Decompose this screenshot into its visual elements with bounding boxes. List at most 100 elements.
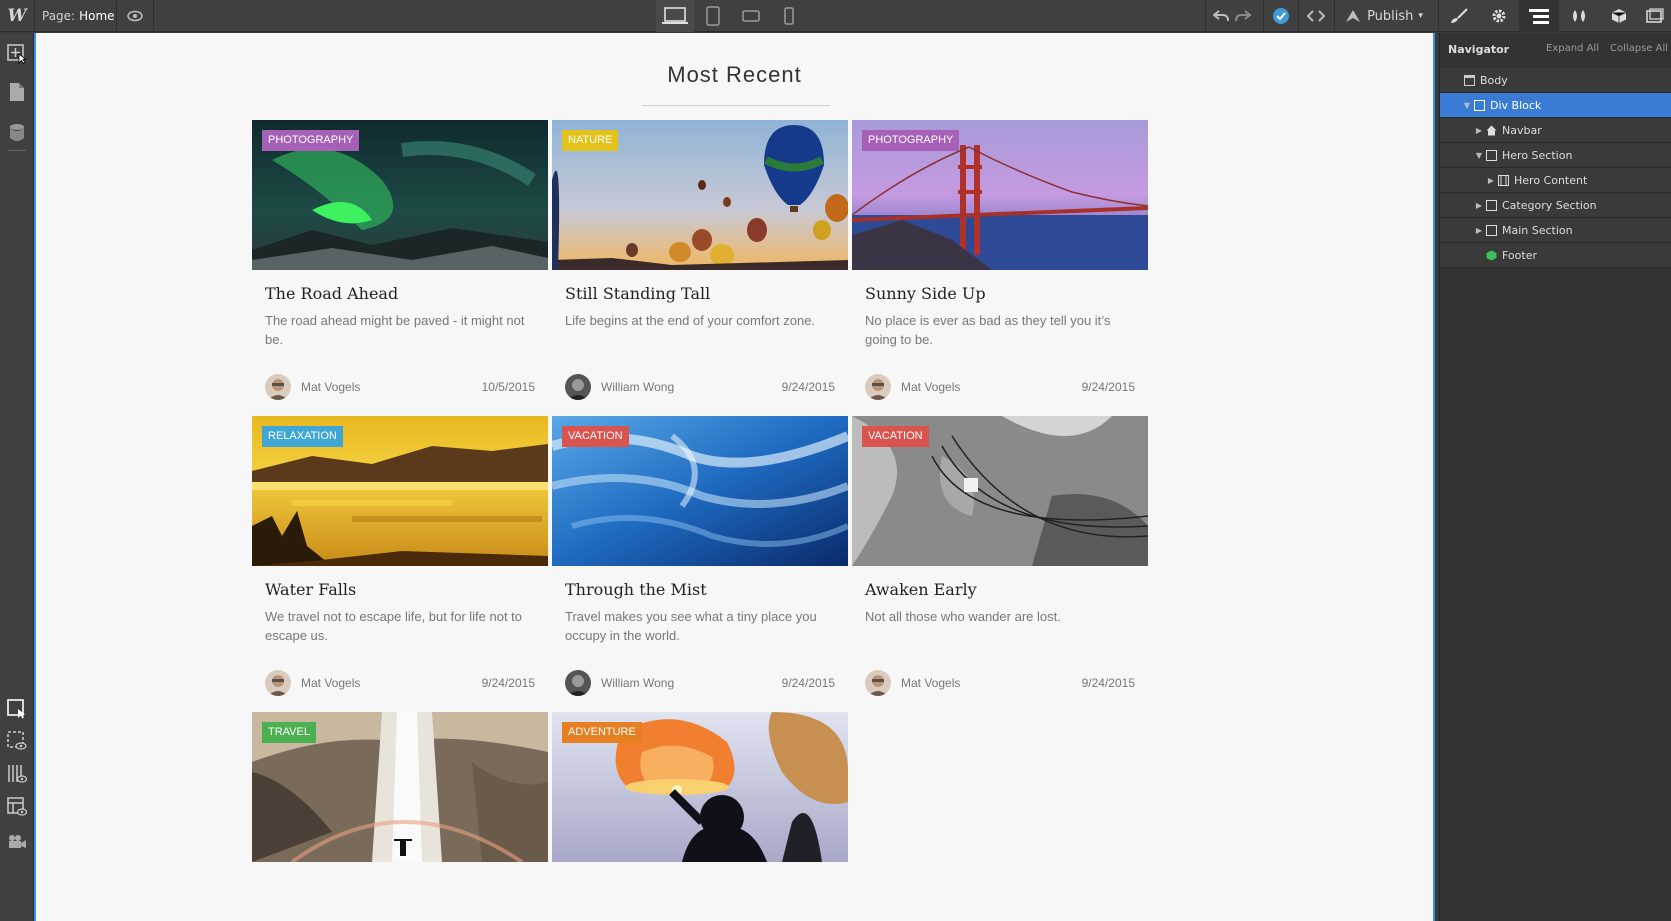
expand-all-button[interactable]: Expand All	[1546, 43, 1599, 54]
settings-gear-icon[interactable]	[1479, 0, 1519, 32]
swatches-drops-icon[interactable]	[1559, 0, 1599, 32]
assets-images-icon[interactable]	[1639, 0, 1671, 32]
publish-button[interactable]: Publish ▾	[1335, 0, 1433, 32]
webflow-logo[interactable]: W	[0, 0, 34, 32]
card-meta: Mat Vogels 10/5/2015	[265, 374, 535, 400]
card-title[interactable]: Water Falls	[265, 580, 535, 599]
tree-item-footer[interactable]: Footer	[1440, 243, 1671, 268]
card-title[interactable]: Still Standing Tall	[565, 284, 835, 303]
section-heading[interactable]: Most Recent	[36, 62, 1433, 88]
blog-card[interactable]: PHOTOGRAPHY The Road Ahead The road ahea…	[252, 120, 548, 400]
caret-right-icon[interactable]: ▶	[1474, 226, 1484, 235]
card-image[interactable]: RELAXATION	[252, 416, 548, 566]
card-description[interactable]: Life begins at the end of your comfort z…	[565, 311, 835, 349]
card-image[interactable]: VACATION	[552, 416, 848, 566]
cms-database-icon[interactable]	[0, 117, 34, 149]
card-description[interactable]: Not all those who wander are lost.	[865, 607, 1135, 645]
tree-item-navbar[interactable]: ▶ Navbar	[1440, 118, 1671, 143]
video-tutorials-icon[interactable]	[0, 825, 34, 857]
category-badge[interactable]: TRAVEL	[262, 722, 316, 743]
author-name[interactable]: William Wong	[601, 380, 674, 394]
page-prefix: Page:	[42, 9, 76, 23]
mobile-portrait-view-icon[interactable]	[770, 0, 808, 32]
card-description[interactable]: No place is ever as bad as they tell you…	[865, 311, 1135, 349]
box-icon	[1485, 224, 1497, 236]
category-badge[interactable]: RELAXATION	[262, 426, 343, 447]
style-brush-icon[interactable]	[1439, 0, 1479, 32]
page-icon	[1463, 74, 1475, 86]
author-avatar[interactable]	[565, 670, 591, 696]
pages-icon[interactable]	[0, 76, 34, 108]
category-badge[interactable]: PHOTOGRAPHY	[262, 130, 360, 151]
collapse-all-button[interactable]: Collapse All	[1610, 43, 1668, 54]
author-avatar[interactable]	[865, 374, 891, 400]
blog-card[interactable]: VACATION Awaken Early Not all those who …	[852, 416, 1148, 696]
redo-icon[interactable]	[1232, 0, 1254, 32]
caret-down-icon[interactable]: ▼	[1474, 151, 1484, 160]
author-avatar[interactable]	[565, 374, 591, 400]
add-element-icon[interactable]	[0, 37, 34, 69]
tree-item-category-section[interactable]: ▶ Category Section	[1440, 193, 1671, 218]
navigator-icon[interactable]	[1519, 0, 1559, 32]
card-image[interactable]: NATURE	[552, 120, 848, 270]
caret-right-icon[interactable]: ▶	[1486, 176, 1496, 185]
card-title[interactable]: The Road Ahead	[265, 284, 535, 303]
author-avatar[interactable]	[865, 670, 891, 696]
card-image[interactable]: PHOTOGRAPHY	[852, 120, 1148, 270]
layout-preview-icon[interactable]	[0, 791, 34, 823]
blog-card[interactable]: VACATION Through the Mist Travel makes y…	[552, 416, 848, 696]
category-badge[interactable]: PHOTOGRAPHY	[862, 130, 960, 151]
code-export-icon[interactable]	[1299, 0, 1333, 32]
mobile-landscape-view-icon[interactable]	[732, 0, 770, 32]
category-badge[interactable]: VACATION	[562, 426, 629, 447]
author-name[interactable]: Mat Vogels	[901, 380, 960, 394]
card-title[interactable]: Awaken Early	[865, 580, 1135, 599]
tablet-view-icon[interactable]	[694, 0, 732, 32]
tree-item-hero-section[interactable]: ▼ Hero Section	[1440, 143, 1671, 168]
blog-card[interactable]: TRAVEL	[252, 712, 548, 862]
card-image[interactable]: TRAVEL	[252, 712, 548, 862]
symbol-icon	[1485, 249, 1497, 261]
blog-card[interactable]: ADVENTURE	[552, 712, 848, 862]
card-title[interactable]: Sunny Side Up	[865, 284, 1135, 303]
caret-right-icon[interactable]: ▶	[1474, 201, 1484, 210]
tree-item-hero-content[interactable]: ▶ Hero Content	[1440, 168, 1671, 193]
symbols-cube-icon[interactable]	[1599, 0, 1639, 32]
preview-boxes-icon[interactable]	[0, 725, 34, 757]
category-badge[interactable]: VACATION	[862, 426, 929, 447]
category-badge[interactable]: ADVENTURE	[562, 722, 642, 743]
card-image[interactable]: ADVENTURE	[552, 712, 848, 862]
author-name[interactable]: William Wong	[601, 676, 674, 690]
publish-label: Publish	[1367, 8, 1414, 24]
author-name[interactable]: Mat Vogels	[301, 676, 360, 690]
box-icon	[1485, 149, 1497, 161]
blog-card[interactable]: RELAXATION Water Falls We travel not to …	[252, 416, 548, 696]
author-name[interactable]: Mat Vogels	[301, 380, 360, 394]
page-selector[interactable]: Page: Home	[42, 0, 115, 32]
card-title[interactable]: Through the Mist	[565, 580, 835, 599]
undo-icon[interactable]	[1210, 0, 1232, 32]
tree-item-body[interactable]: Body	[1440, 68, 1671, 93]
preview-eye-icon[interactable]	[118, 0, 152, 32]
card-image[interactable]: VACATION	[852, 416, 1148, 566]
blog-card[interactable]: PHOTOGRAPHY Sunny Side Up No place is ev…	[852, 120, 1148, 400]
heading-divider	[642, 105, 830, 106]
card-image[interactable]: PHOTOGRAPHY	[252, 120, 548, 270]
design-canvas[interactable]: Most Recent PHOTOGRAPHY The Road Ahead T…	[34, 33, 1435, 921]
author-name[interactable]: Mat Vogels	[901, 676, 960, 690]
author-avatar[interactable]	[265, 374, 291, 400]
card-description[interactable]: The road ahead might be paved - it might…	[265, 311, 535, 349]
saved-check-icon[interactable]	[1264, 0, 1298, 32]
select-element-icon[interactable]	[0, 693, 34, 725]
author-avatar[interactable]	[265, 670, 291, 696]
grid-overlay-icon[interactable]	[0, 758, 34, 790]
caret-down-icon[interactable]: ▼	[1462, 101, 1472, 110]
tree-item-div-block[interactable]: ▼ Div Block	[1440, 93, 1671, 118]
blog-card[interactable]: NATURE Still Standing Tall Life begins a…	[552, 120, 848, 400]
category-badge[interactable]: NATURE	[562, 130, 619, 151]
tree-item-main-section[interactable]: ▶ Main Section	[1440, 218, 1671, 243]
caret-right-icon[interactable]: ▶	[1474, 126, 1484, 135]
desktop-view-icon[interactable]	[656, 0, 694, 32]
card-description[interactable]: We travel not to escape life, but for li…	[265, 607, 535, 645]
card-description[interactable]: Travel makes you see what a tiny place y…	[565, 607, 835, 645]
